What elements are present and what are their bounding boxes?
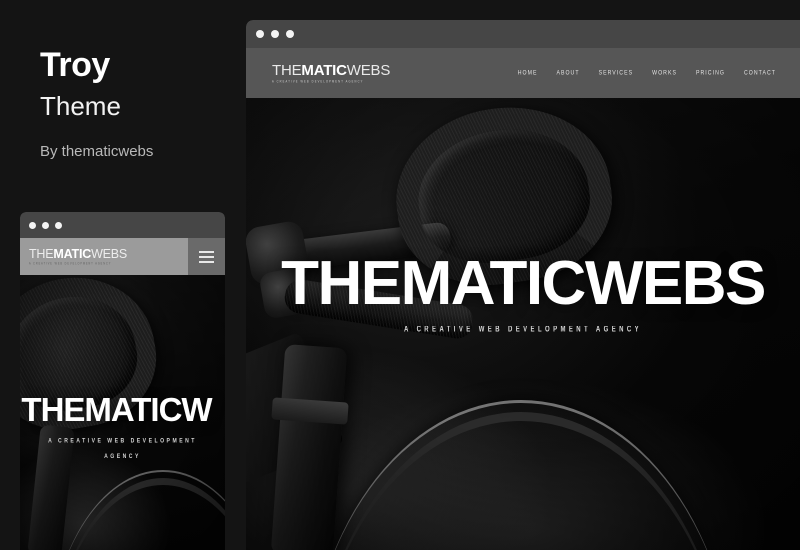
mobile-site-logo[interactable]: THEMATICWEBS A CREATIVE WEB DEVELOPMENT … xyxy=(29,248,127,265)
mobile-site-logo-wordmark: THEMATICWEBS xyxy=(29,248,127,261)
theme-author: By thematicwebs xyxy=(40,143,154,161)
nav-item-works[interactable]: WORKS xyxy=(652,69,677,77)
page-title: Troy xyxy=(40,46,110,84)
nav-item-about[interactable]: ABOUT xyxy=(556,69,579,77)
window-dot-icon[interactable] xyxy=(271,30,279,38)
mobile-browser-chrome xyxy=(20,212,225,238)
hero-title: THEMATICWEBS xyxy=(281,249,766,318)
logo-part-the: THE xyxy=(29,247,54,262)
desktop-browser-chrome xyxy=(246,20,800,48)
theme-info-panel: Troy Theme By thematicwebs xyxy=(40,46,230,161)
nav-item-pricing[interactable]: PRICING xyxy=(696,69,725,77)
nav-item-contact[interactable]: CONTACT xyxy=(744,69,776,77)
mobile-site-logo-tagline: A CREATIVE WEB DEVELOPMENT AGENCY xyxy=(29,261,112,266)
hamburger-line xyxy=(199,260,214,263)
hamburger-line xyxy=(199,250,214,253)
preview-stage: Troy Theme By thematicwebs THEMATICWEBS … xyxy=(0,0,800,550)
site-logo[interactable]: THEMATICWEBS A CREATIVE WEB DEVELOPMENT … xyxy=(272,63,390,84)
window-dot-icon[interactable] xyxy=(256,30,264,38)
logo-part-matic: MATIC xyxy=(301,61,347,79)
logo-part-webs: WEBS xyxy=(91,247,128,262)
window-dot-icon[interactable] xyxy=(42,221,49,229)
logo-part-the: THE xyxy=(272,61,302,79)
mobile-site-header: THEMATICWEBS A CREATIVE WEB DEVELOPMENT … xyxy=(20,238,225,275)
logo-part-webs: WEBS xyxy=(346,61,391,79)
hero-text-block: THEMATICWEBS A CREATIVE WEB DEVELOPMENT … xyxy=(246,249,800,334)
window-dot-icon[interactable] xyxy=(55,221,62,229)
site-header: THEMATICWEBS A CREATIVE WEB DEVELOPMENT … xyxy=(246,48,800,98)
site-logo-wordmark: THEMATICWEBS xyxy=(272,63,390,78)
window-dot-icon[interactable] xyxy=(29,221,36,229)
mobile-hero-tagline: A CREATIVE WEB DEVELOPMENT AGENCY xyxy=(48,437,197,461)
mobile-hero-text-block: THEMATICW A CREATIVE WEB DEVELOPMENT AGE… xyxy=(20,393,225,461)
nav-item-home[interactable]: HOME xyxy=(518,69,538,77)
mobile-site-viewport: THEMATICWEBS A CREATIVE WEB DEVELOPMENT … xyxy=(20,238,225,550)
mobile-hero-title: THEMATICW xyxy=(21,391,212,428)
hamburger-menu-icon[interactable] xyxy=(188,238,225,275)
nav-item-services[interactable]: SERVICES xyxy=(599,69,634,77)
logo-part-matic: MATIC xyxy=(53,247,92,262)
site-logo-tagline: A CREATIVE WEB DEVELOPMENT AGENCY xyxy=(272,79,364,84)
theme-type-label: Theme xyxy=(40,90,121,121)
desktop-site-viewport: THEMATICWEBS A CREATIVE WEB DEVELOPMENT … xyxy=(246,48,800,550)
window-dot-icon[interactable] xyxy=(286,30,294,38)
hero-tagline: A CREATIVE WEB DEVELOPMENT AGENCY xyxy=(404,326,642,334)
site-nav-menu: HOME ABOUT SERVICES WORKS PRICING CONTAC… xyxy=(518,69,776,77)
desktop-preview-window[interactable]: THEMATICWEBS A CREATIVE WEB DEVELOPMENT … xyxy=(246,20,800,550)
mobile-preview-window[interactable]: THEMATICWEBS A CREATIVE WEB DEVELOPMENT … xyxy=(20,212,225,550)
hamburger-line xyxy=(199,255,214,258)
